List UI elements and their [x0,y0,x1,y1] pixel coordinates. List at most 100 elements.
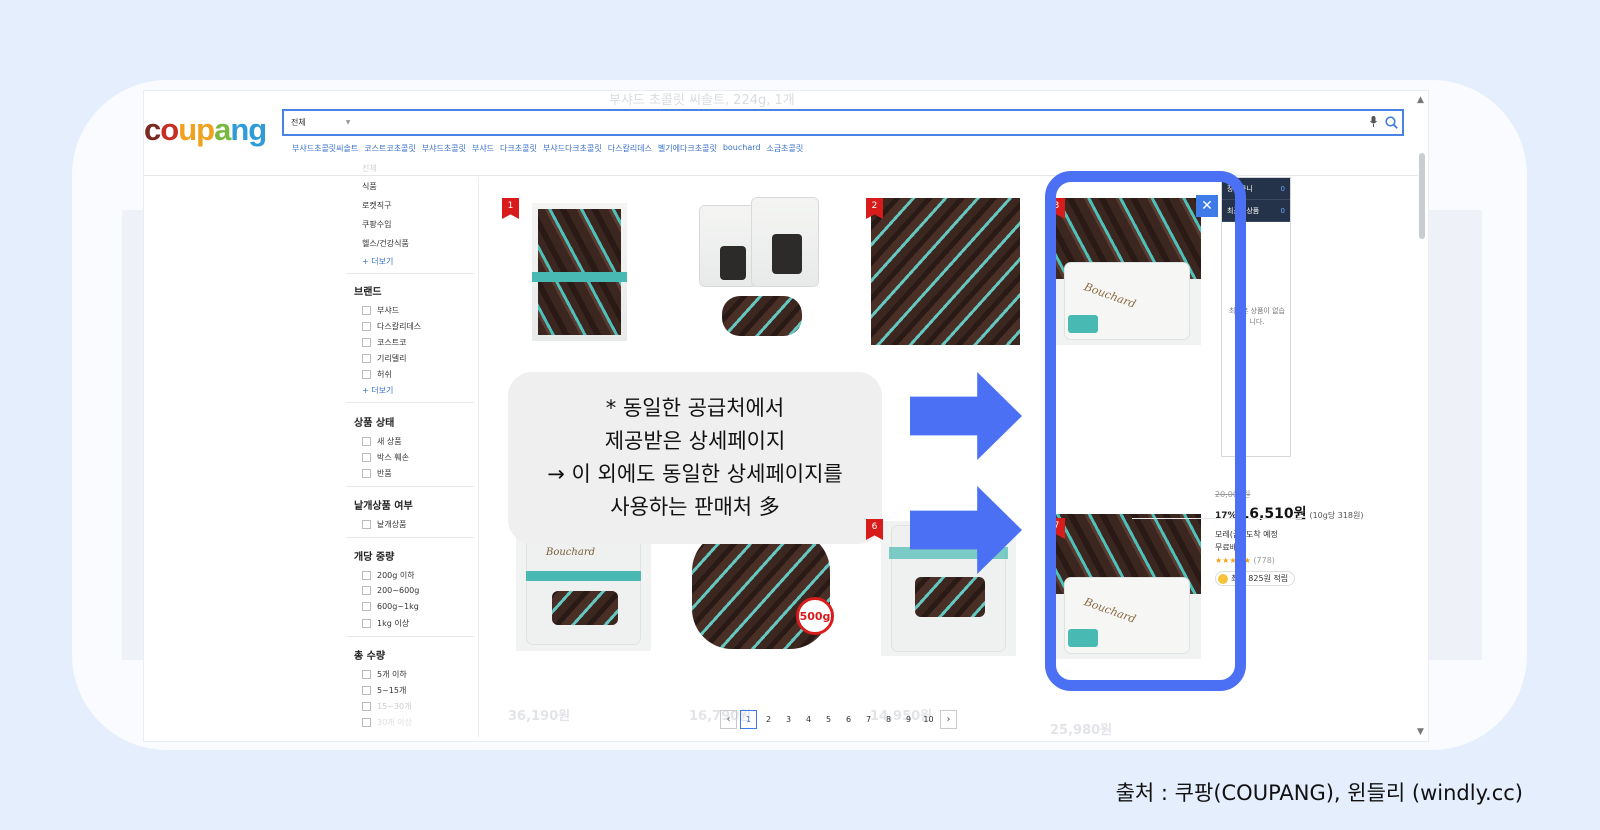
scrollbar-thumb[interactable] [1419,153,1425,239]
page-button[interactable]: 5 [820,710,837,729]
related-keyword[interactable]: 다스칼리데스 [608,143,652,154]
page-button[interactable]: 9 [900,710,917,729]
prev-page-button[interactable]: ‹ [720,710,737,729]
option-label: 15~30개 [377,702,412,711]
recent-count: 0 [1280,206,1285,215]
option-label: 200~600g [377,586,420,595]
related-keyword[interactable]: 벨기에다크초콜릿 [658,143,717,154]
option-label: 200g 이하 [377,571,415,580]
option-label: 1kg 이상 [377,619,410,628]
page-scrollbar[interactable]: ▲ ▼ [1416,91,1428,741]
checkbox[interactable] [362,586,371,595]
option-label: 박스 훼손 [377,453,409,462]
page-button[interactable]: 7 [860,710,877,729]
category-item[interactable]: 식품 [362,181,377,192]
weight-option[interactable]: 600g~1kg [362,602,419,611]
category-faded: 전체 [362,164,377,173]
brand-option[interactable]: 허쉬 [362,369,392,380]
scroll-up-icon[interactable]: ▲ [1417,95,1424,105]
page-button[interactable]: 4 [800,710,817,729]
checkbox[interactable] [362,322,371,331]
checkbox[interactable] [362,670,371,679]
option-label: 새 상품 [377,437,402,446]
category-item[interactable]: 쿠팡수입 [362,219,391,230]
checkbox[interactable] [362,469,371,478]
checkbox[interactable] [362,718,371,727]
category-more-link[interactable]: + 더보기 [362,256,393,267]
count-option[interactable]: 5개 이하 [362,669,407,680]
product-image[interactable] [692,194,827,344]
checkbox[interactable] [362,520,371,529]
next-page-button[interactable]: › [940,710,957,729]
product-image[interactable] [871,198,1020,345]
single-option[interactable]: 낱개상품 [362,519,406,530]
checkbox[interactable] [362,453,371,462]
checkbox[interactable] [362,306,371,315]
weight-option[interactable]: 200g 이하 [362,570,415,581]
checkbox[interactable] [362,571,371,580]
option-label: 허쉬 [377,370,392,379]
search-icon[interactable] [1380,116,1402,129]
condition-option[interactable]: 반품 [362,468,392,479]
logo-letter: p [196,112,215,147]
cart-count: 0 [1280,184,1285,193]
page-button[interactable]: 2 [760,710,777,729]
brand-option[interactable]: 다스칼리데스 [362,321,421,332]
checkbox[interactable] [362,338,371,347]
page-button-current[interactable]: 1 [740,710,757,729]
checkbox[interactable] [362,686,371,695]
brand-option[interactable]: 기리델리 [362,353,406,364]
scroll-down-icon[interactable]: ▼ [1417,727,1424,737]
faded-price: 36,190원 [508,709,571,724]
product-image[interactable]: Bouchard [516,529,651,651]
checkbox[interactable] [362,370,371,379]
count-option[interactable]: 5~15개 [362,685,406,696]
microphone-icon[interactable] [1366,115,1380,130]
option-label: 5개 이하 [377,670,407,679]
brand-more-link[interactable]: + 더보기 [362,385,393,396]
related-keyword[interactable]: 소금초콜릿 [766,143,803,154]
brand-option[interactable]: 코스트코 [362,337,406,348]
related-keyword[interactable]: 다크초콜릿 [500,143,537,154]
checkbox[interactable] [362,437,371,446]
pagination: ‹ 1 2 3 4 5 6 7 8 9 10 › [720,710,957,729]
checkbox[interactable] [362,354,371,363]
related-keyword[interactable]: 부샤드다크초콜릿 [543,143,602,154]
category-item[interactable]: 로켓직구 [362,200,391,211]
related-keywords: 부샤드초콜릿씨솔트 코스트코초콜릿 부샤드초콜릿 부샤드 다크초콜릿 부샤드다크… [292,143,803,154]
condition-option[interactable]: 박스 훼손 [362,452,409,463]
option-label: 반품 [377,469,392,478]
option-label: 부샤드 [377,306,400,315]
page-button[interactable]: 6 [840,710,857,729]
brand-option[interactable]: 부샤드 [362,305,399,316]
search-category-select[interactable]: 전체 ▼ [284,111,366,134]
related-keyword[interactable]: bouchard [723,143,761,154]
checkbox[interactable] [362,619,371,628]
sidebar-divider [478,177,479,737]
related-keyword[interactable]: 부샤드초콜릿 [422,143,466,154]
related-keyword[interactable]: 부샤드초콜릿씨솔트 [292,143,358,154]
coupang-logo[interactable]: coupang [144,112,267,148]
faded-price: 25,980원 [1050,723,1113,738]
search-bar: 전체 ▼ [282,109,1404,136]
checkbox[interactable] [362,702,371,711]
count-option[interactable]: 30개 이상 [362,717,412,728]
category-item[interactable]: 헬스/건강식품 [362,238,409,249]
weight-filter-title: 개당 중량 [354,552,395,563]
search-input[interactable] [366,111,1366,134]
page-button[interactable]: 8 [880,710,897,729]
logo-letter: n [230,112,249,147]
page-button[interactable]: 3 [780,710,797,729]
product-image[interactable] [532,203,627,341]
related-keyword[interactable]: 부샤드 [472,143,494,154]
logo-letter: u [178,112,197,147]
count-option[interactable]: 15~30개 [362,701,411,712]
page-button[interactable]: 10 [920,710,937,729]
condition-option[interactable]: 새 상품 [362,436,402,447]
related-keyword[interactable]: 코스트코초콜릿 [364,143,416,154]
checkbox[interactable] [362,602,371,611]
weight-option[interactable]: 1kg 이상 [362,618,409,629]
option-label: 다스칼리데스 [377,322,422,331]
weight-option[interactable]: 200~600g [362,586,419,595]
filter-divider [346,486,474,487]
